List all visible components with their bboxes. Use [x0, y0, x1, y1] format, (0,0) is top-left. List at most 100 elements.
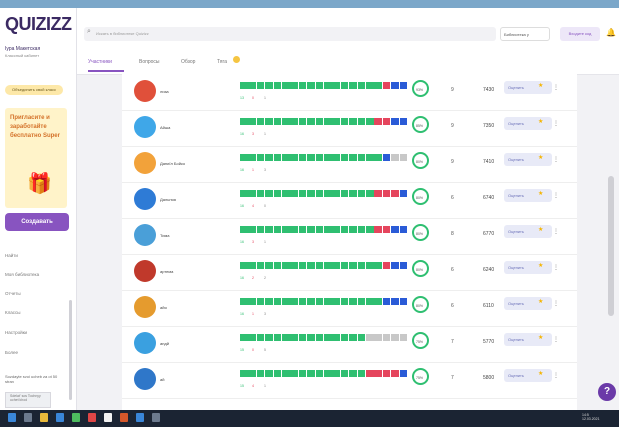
- nav-item-library[interactable]: Моя библиотека: [5, 272, 39, 277]
- app-icon[interactable]: [136, 413, 144, 422]
- tab-overview[interactable]: Обзор: [181, 59, 195, 65]
- answer-segment: [357, 298, 366, 305]
- answer-segment: [298, 370, 307, 377]
- count-chip-skipped: 1: [264, 96, 266, 100]
- answer-segment: [282, 298, 290, 305]
- more-options-icon[interactable]: ⋮: [553, 84, 559, 91]
- app-icon[interactable]: [88, 413, 96, 422]
- more-options-icon[interactable]: ⋮: [553, 372, 559, 379]
- app-icon[interactable]: [104, 413, 112, 422]
- enter-code-button[interactable]: Входите код: [560, 27, 600, 41]
- windows-start-icon[interactable]: [8, 413, 16, 422]
- answer-segment: [256, 334, 265, 341]
- more-options-icon[interactable]: ⋮: [553, 192, 559, 199]
- answer-segment: [340, 190, 349, 197]
- count-chip-incorrect: 4: [252, 204, 254, 208]
- answer-segment: [374, 190, 382, 197]
- nav-item-settings[interactable]: Настройки: [5, 330, 27, 335]
- participant-name: Даниїл Бойко: [160, 161, 186, 166]
- accuracy-text: 75%: [416, 376, 424, 380]
- nav-item-classes[interactable]: Классы: [5, 310, 20, 315]
- tab-thrust[interactable]: Тяга: [217, 59, 227, 65]
- answer-segment: [340, 262, 349, 269]
- answer-segment: [324, 298, 332, 305]
- quizizz-logo[interactable]: QUIZIZZ: [5, 14, 72, 35]
- create-button[interactable]: Создавать: [5, 213, 69, 231]
- answer-segment: [349, 82, 357, 89]
- rate-button[interactable]: Оценить: [504, 297, 552, 310]
- answer-segment: [374, 226, 382, 233]
- more-options-icon[interactable]: ⋮: [553, 264, 559, 271]
- nav-item-more[interactable]: Более: [5, 350, 18, 355]
- answer-segment: [307, 190, 315, 197]
- answer-segment: [324, 118, 332, 125]
- answer-segment: [399, 190, 408, 197]
- promo-card[interactable]: Пригласите и заработайте бесплатно Super…: [5, 108, 67, 208]
- answer-segment: [265, 118, 273, 125]
- bell-icon[interactable]: 🔔: [606, 28, 616, 37]
- participant-row[interactable]: Айша 16 3 1 85% 9 7350 Оценить ★ ⋮: [122, 110, 577, 147]
- library-select[interactable]: Библиотека у: [500, 27, 550, 41]
- answer-segment: [391, 154, 399, 161]
- answer-segment: [315, 82, 324, 89]
- rate-button[interactable]: Оценить: [504, 117, 552, 130]
- edge-icon[interactable]: [56, 413, 64, 422]
- participant-row[interactable]: андй 15 0 5 75% 7 5770 Оценить ★ ⋮: [122, 326, 577, 363]
- answer-segment: [256, 190, 265, 197]
- answer-segment: [399, 82, 408, 89]
- rate-button[interactable]: Оценить: [504, 333, 552, 346]
- participant-row[interactable]: айя 16 1 3 80% 6 6110 Оценить ★ ⋮: [122, 290, 577, 327]
- rate-button[interactable]: Оценить: [504, 369, 552, 382]
- count-chip-incorrect: 3: [252, 240, 254, 244]
- participant-row[interactable]: Дальняя 16 4 0 80% 6 6740 Оценить ★ ⋮: [122, 182, 577, 219]
- more-options-icon[interactable]: ⋮: [553, 156, 559, 163]
- answer-segment: [240, 370, 248, 377]
- answer-segment: [290, 190, 298, 197]
- answer-segment: [340, 82, 349, 89]
- participant-row[interactable]: Тима 16 3 1 80% 8 6770 Оценить ★ ⋮: [122, 218, 577, 255]
- more-options-icon[interactable]: ⋮: [553, 228, 559, 235]
- app-icon[interactable]: [120, 413, 128, 422]
- participant-row[interactable]: лиза 13 0 1 93% 9 7430 Оценить ★ ⋮: [122, 74, 577, 111]
- answer-segment: [324, 154, 332, 161]
- rate-button[interactable]: Оценить: [504, 261, 552, 274]
- rank-value: 8: [451, 231, 454, 237]
- app-icon[interactable]: [72, 413, 80, 422]
- file-explorer-icon[interactable]: [40, 413, 48, 422]
- nav-item-reports[interactable]: Отчеты: [5, 291, 21, 296]
- answer-segment: [324, 370, 332, 377]
- more-options-icon[interactable]: ⋮: [553, 300, 559, 307]
- rate-button[interactable]: Оценить: [504, 81, 552, 94]
- participant-row[interactable]: ай 15 4 1 75% 7 5800 Оценить ★ ⋮: [122, 362, 577, 399]
- answer-segment: [307, 298, 315, 305]
- rate-button[interactable]: Оценить: [504, 225, 552, 238]
- participant-name: айя: [160, 305, 167, 310]
- more-options-icon[interactable]: ⋮: [553, 120, 559, 127]
- nav-item-search[interactable]: Найти: [5, 253, 18, 258]
- more-options-icon[interactable]: ⋮: [553, 336, 559, 343]
- answer-segment: [357, 82, 366, 89]
- rate-button[interactable]: Оценить: [504, 153, 552, 166]
- taskbar-search-icon[interactable]: [24, 413, 32, 422]
- answer-segment: [391, 370, 399, 377]
- main-scrollbar[interactable]: [608, 176, 614, 316]
- rate-button[interactable]: Оценить: [504, 189, 552, 202]
- rank-value: 9: [451, 123, 454, 129]
- star-icon: ★: [538, 335, 544, 341]
- answer-segment: [298, 262, 307, 269]
- tab-participants[interactable]: Участники: [88, 59, 112, 65]
- answer-segment: [290, 82, 298, 89]
- answer-segment: [256, 262, 265, 269]
- school-button[interactable]: Объединить свой класс: [5, 85, 63, 95]
- answer-segment: [399, 370, 408, 377]
- answer-segment: [382, 226, 391, 233]
- help-button[interactable]: ?: [598, 383, 616, 401]
- answer-segment: [298, 298, 307, 305]
- tab-questions[interactable]: Вопросы: [139, 59, 159, 65]
- app-icon[interactable]: [152, 413, 160, 422]
- answer-segment: [366, 82, 374, 89]
- participant-row[interactable]: артема 16 2 2 80% 6 6240 Оценить ★ ⋮: [122, 254, 577, 291]
- participant-row[interactable]: Даниїл Бойко 16 1 3 80% 9 7410 Оценить ★ ⋮: [122, 146, 577, 183]
- answer-segment: [366, 262, 374, 269]
- sidebar-scrollbar[interactable]: [69, 300, 72, 400]
